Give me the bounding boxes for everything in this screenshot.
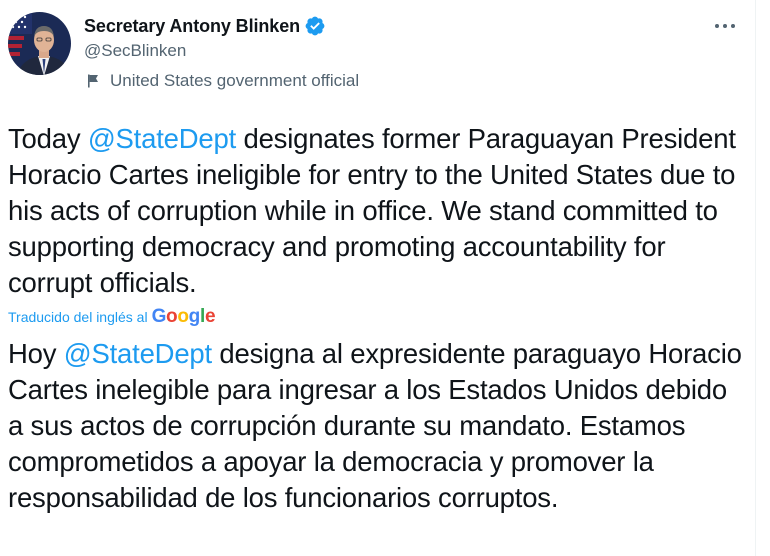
translated-mention-link[interactable]: @StateDept	[64, 338, 212, 369]
account-label: United States government official	[84, 71, 359, 91]
author-name[interactable]: Secretary Antony Blinken	[84, 16, 300, 37]
divider	[755, 0, 756, 556]
tweet-card: Secretary Antony Blinken @SecBlinken Uni…	[0, 0, 770, 556]
name-row: Secretary Antony Blinken	[84, 13, 359, 39]
translation-attribution[interactable]: Traducido del inglés al Google	[8, 305, 216, 329]
translated-text: Hoy @StateDept designa al expresidente p…	[8, 336, 748, 516]
translated-text-start: Hoy	[8, 338, 64, 369]
more-options-button[interactable]	[710, 14, 740, 38]
flag-icon	[88, 74, 98, 88]
tweet-header: Secretary Antony Blinken @SecBlinken Uni…	[84, 13, 359, 91]
account-label-text: United States government official	[110, 71, 360, 90]
google-logo: Google	[151, 306, 216, 327]
tweet-text: Today @StateDept designates former Parag…	[8, 121, 748, 301]
mention-link[interactable]: @StateDept	[88, 123, 236, 154]
tweet-text-start: Today	[8, 123, 88, 154]
more-dots-icon	[715, 24, 735, 28]
verified-badge-icon	[304, 15, 326, 37]
author-handle[interactable]: @SecBlinken	[84, 41, 359, 61]
avatar[interactable]	[8, 12, 71, 75]
translation-note: Traducido del inglés al	[8, 309, 148, 325]
avatar-image	[8, 12, 71, 75]
